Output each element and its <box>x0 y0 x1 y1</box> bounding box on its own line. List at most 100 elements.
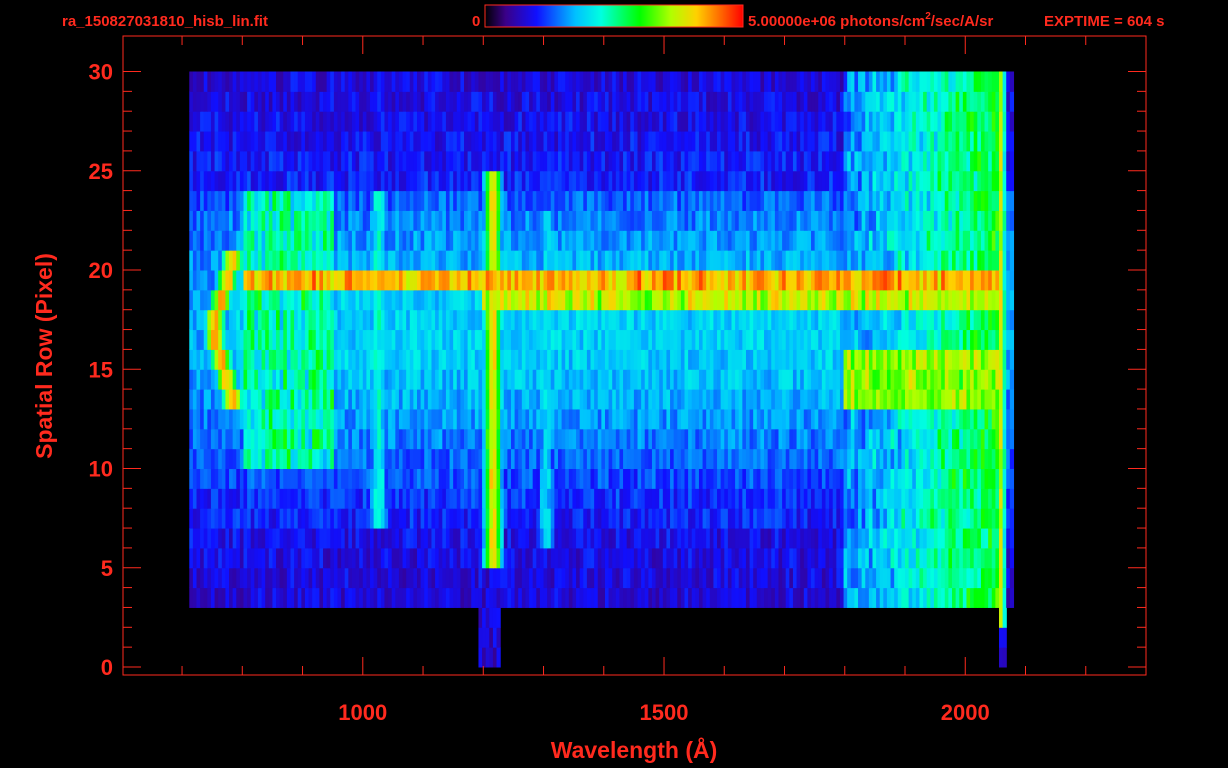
heatmap-cell <box>225 190 230 211</box>
heatmap-cell <box>304 349 310 370</box>
heatmap-cell <box>229 289 234 311</box>
heatmap-cell <box>785 587 790 608</box>
heatmap-cell <box>764 170 769 192</box>
heatmap-cell <box>865 428 870 450</box>
heatmap-cell <box>420 210 425 231</box>
heatmap-cell <box>236 329 241 350</box>
heatmap-cell <box>1009 349 1015 370</box>
heatmap-cell <box>619 468 624 489</box>
heatmap-cell <box>923 369 928 390</box>
heatmap-cell <box>525 369 530 390</box>
heatmap-cell <box>438 329 443 350</box>
heatmap-cell <box>333 389 339 410</box>
heatmap-cell <box>980 448 986 469</box>
heatmap-cell <box>500 389 505 410</box>
heatmap-cell <box>312 210 317 231</box>
heatmap-cell <box>351 408 357 430</box>
heatmap-cell <box>659 250 664 271</box>
heatmap-cell <box>670 488 675 509</box>
heatmap-cell <box>919 230 924 251</box>
heatmap-cell <box>825 289 830 311</box>
heatmap-cell <box>482 329 487 350</box>
heatmap-cell <box>431 567 436 589</box>
heatmap-cell <box>897 190 902 211</box>
heatmap-cell <box>315 250 320 271</box>
heatmap-cell <box>301 448 306 469</box>
colorbar <box>484 4 744 28</box>
heatmap-cell <box>482 528 487 549</box>
heatmap-cell <box>333 369 339 390</box>
heatmap-cell <box>424 329 429 350</box>
heatmap-cell <box>203 567 208 589</box>
heatmap-cell <box>427 329 433 350</box>
heatmap-cell <box>366 170 371 192</box>
heatmap-cell <box>370 567 375 589</box>
heatmap-cell <box>612 488 617 509</box>
heatmap-cell <box>547 329 552 350</box>
heatmap-cell <box>720 488 725 509</box>
heatmap-cell <box>832 587 837 608</box>
heatmap-cell <box>214 170 219 192</box>
heatmap-cell <box>453 389 458 410</box>
spectral-heatmap <box>189 71 1015 668</box>
heatmap-cell <box>344 508 349 529</box>
heatmap-cell <box>868 389 874 410</box>
heatmap-cell <box>764 270 769 291</box>
heatmap-cell <box>337 567 342 589</box>
heatmap-cell <box>474 190 480 211</box>
heatmap-cell <box>362 567 367 589</box>
heatmap-cell <box>254 289 259 311</box>
heatmap-cell <box>456 528 461 549</box>
heatmap-cell <box>370 389 375 410</box>
heatmap-cell <box>970 428 975 450</box>
heatmap-cell <box>503 567 508 589</box>
heatmap-cell <box>861 547 866 569</box>
heatmap-cell <box>272 468 277 489</box>
heatmap-cell <box>738 508 743 529</box>
heatmap-cell <box>225 329 230 350</box>
heatmap-cell <box>312 508 317 529</box>
heatmap-cell <box>698 349 704 370</box>
heatmap-cell <box>1002 428 1007 450</box>
heatmap-cell <box>626 210 631 231</box>
heatmap-cell <box>543 448 548 469</box>
heatmap-cell <box>453 528 458 549</box>
heatmap-cell <box>297 289 302 311</box>
heatmap-cell <box>688 170 693 192</box>
heatmap-cell <box>272 190 277 211</box>
heatmap-cell <box>792 369 798 390</box>
heatmap-cell <box>868 428 874 450</box>
heatmap-cell <box>912 190 917 211</box>
heatmap-cell <box>565 309 570 331</box>
heatmap-cell <box>232 468 237 489</box>
heatmap-cell <box>330 170 335 192</box>
heatmap-cell <box>467 488 472 509</box>
heatmap-cell <box>485 567 490 589</box>
heatmap-cell <box>825 349 830 370</box>
heatmap-cell <box>286 210 292 231</box>
heatmap-cell <box>431 488 436 509</box>
heatmap-cell <box>995 587 1000 608</box>
heatmap-cell <box>615 250 621 271</box>
heatmap-cell <box>529 369 534 390</box>
heatmap-cell <box>456 508 461 529</box>
heatmap-cell <box>250 547 255 569</box>
heatmap-cell <box>417 448 422 469</box>
heatmap-cell <box>229 309 234 331</box>
heatmap-cell <box>247 270 252 291</box>
heatmap-cell <box>937 587 942 608</box>
heatmap-cell <box>594 250 599 271</box>
heatmap-cell <box>955 408 960 430</box>
heatmap-cell <box>420 468 425 489</box>
heatmap-cell <box>445 170 451 192</box>
heatmap-cell <box>268 210 274 231</box>
heatmap-cell <box>999 488 1004 509</box>
heatmap-cell <box>586 309 592 331</box>
heatmap-cell <box>496 627 501 648</box>
heatmap-cell <box>756 210 762 231</box>
heatmap-cell <box>554 428 559 450</box>
heatmap-cell <box>753 210 758 231</box>
heatmap-cell <box>203 428 208 450</box>
heatmap-cell <box>337 329 342 350</box>
heatmap-cell <box>250 468 255 489</box>
